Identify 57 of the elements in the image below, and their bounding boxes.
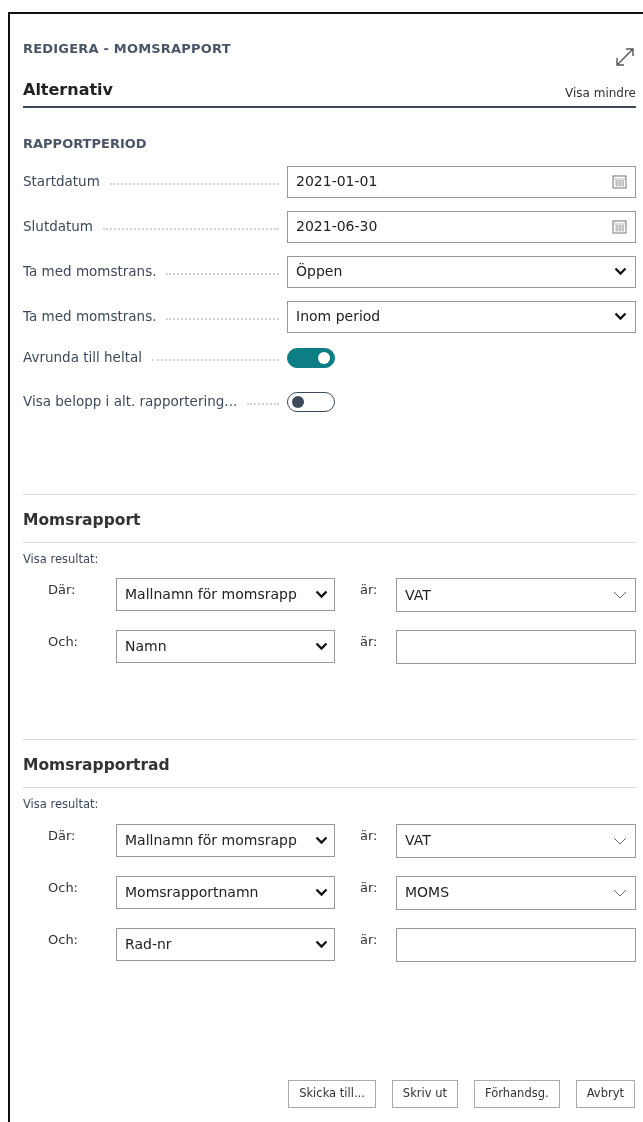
calendar-icon[interactable]: [612, 174, 627, 189]
filter-connector: Och:: [48, 634, 78, 649]
filter-caption: Visa resultat:: [23, 796, 100, 814]
operator-label: är:: [360, 582, 378, 597]
chevron-down-icon: [614, 267, 627, 276]
chevron-down-icon: [613, 836, 627, 845]
section-title: Alternativ: [23, 79, 113, 101]
operator-label: är:: [360, 879, 378, 895]
show-less-link[interactable]: Visa mindre: [565, 84, 636, 102]
field-label: Ta med momstrans.: [23, 307, 157, 327]
chevron-down-icon: [315, 887, 328, 897]
action-button[interactable]: Avbryt: [575, 1080, 635, 1108]
operator-label: är:: [360, 827, 378, 843]
leader-dots: [247, 402, 279, 405]
date-field[interactable]: 2021-06-30: [287, 210, 636, 243]
action-button[interactable]: Förhandsg.: [474, 1080, 560, 1108]
value-dropdown[interactable]: MOMS: [396, 875, 636, 910]
field-dropdown[interactable]: Mallnamn för momsrapp: [116, 578, 335, 611]
filter-connector: Där:: [48, 827, 76, 843]
chevron-down-icon: [315, 939, 328, 949]
filter-connector: Och:: [48, 879, 78, 895]
section-title: Momsrapport: [23, 494, 636, 543]
value-field[interactable]: [396, 630, 636, 664]
toggle-switch[interactable]: [287, 347, 335, 368]
field-label: Ta med momstrans.: [23, 262, 157, 282]
window-title: REDIGERA - MOMSRAPPORT: [23, 39, 231, 58]
field-label: Visa belopp i alt. rapportering...: [23, 392, 238, 412]
chevron-down-icon: [613, 888, 627, 897]
value-dropdown[interactable]: VAT: [396, 578, 636, 612]
expand-icon[interactable]: [614, 46, 636, 68]
dropdown-field[interactable]: Inom period: [287, 300, 636, 333]
field-dropdown[interactable]: Rad-nr: [116, 927, 335, 961]
field-label: Slutdatum: [23, 217, 93, 237]
chevron-down-icon: [315, 590, 328, 599]
operator-label: är:: [360, 634, 378, 649]
section-title: Momsrapportrad: [23, 740, 636, 789]
filter-connector: Och:: [48, 931, 78, 947]
chevron-down-icon: [315, 835, 328, 845]
calendar-icon[interactable]: [612, 219, 627, 234]
chevron-down-icon: [613, 591, 627, 599]
filter-connector: Där:: [48, 582, 76, 597]
action-button[interactable]: Skicka till...: [288, 1080, 376, 1108]
group-heading: RAPPORTPERIOD: [23, 135, 148, 153]
date-field[interactable]: 2021-01-01: [287, 165, 636, 198]
dropdown-field[interactable]: Öppen: [287, 255, 636, 288]
chevron-down-icon: [614, 312, 627, 321]
value-field[interactable]: [396, 927, 636, 962]
field-dropdown[interactable]: Momsrapportnamn: [116, 875, 335, 909]
operator-label: är:: [360, 931, 378, 947]
value-dropdown[interactable]: VAT: [396, 823, 636, 858]
field-label: Startdatum: [23, 172, 100, 192]
chevron-down-icon: [315, 642, 328, 651]
field-dropdown[interactable]: Namn: [116, 630, 335, 663]
filter-caption: Visa resultat:: [23, 550, 100, 568]
field-dropdown[interactable]: Mallnamn för momsrapp: [116, 823, 335, 857]
field-label: Avrunda till heltal: [23, 348, 142, 368]
action-button[interactable]: Skriv ut: [391, 1080, 458, 1108]
